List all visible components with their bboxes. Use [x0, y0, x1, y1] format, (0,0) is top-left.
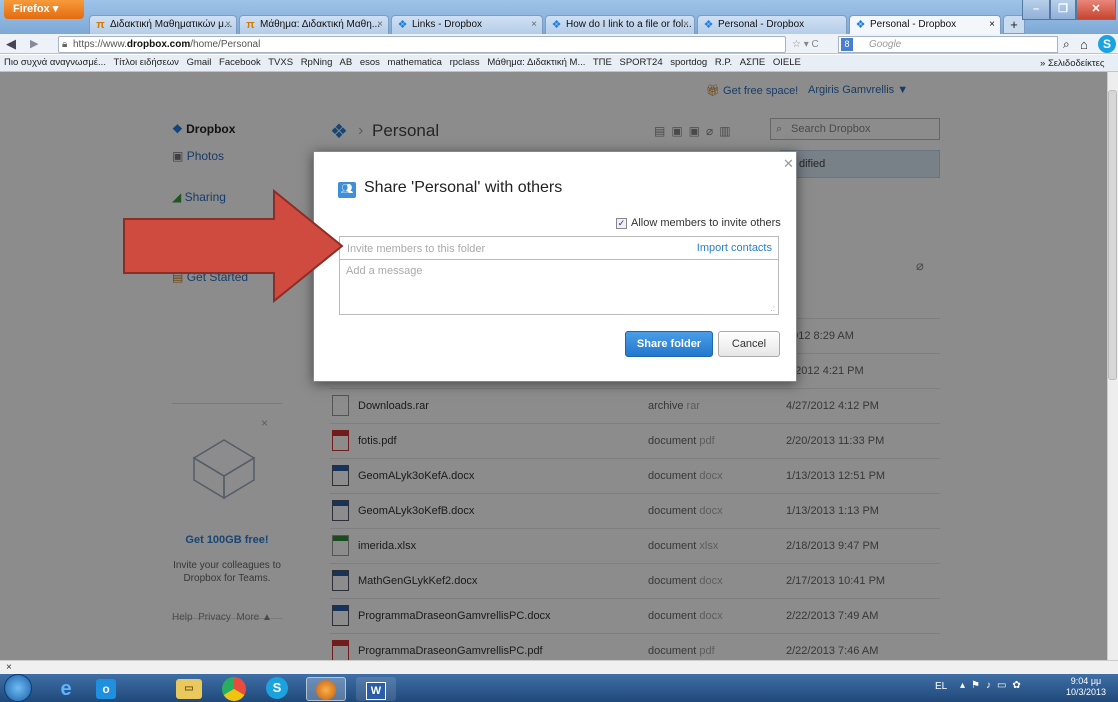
system-clock[interactable]: 9:04 μμ 10/3/2013: [1058, 676, 1114, 698]
bookmark-item[interactable]: esos: [360, 57, 380, 68]
url-domain: dropbox.com: [126, 39, 191, 50]
moodle-icon: π: [96, 19, 105, 31]
bookmarks-bar: Πιο συχνά αναγνωσμέ... Τίτλοι ειδήσεων G…: [0, 55, 1118, 72]
url-path: /home/Personal: [190, 39, 261, 50]
bookmark-item[interactable]: TVXS: [268, 57, 293, 68]
browser-search-input[interactable]: 8 Google: [838, 36, 1058, 53]
tab-label: Μάθημα: Διδακτική Μαθη...: [260, 19, 381, 30]
bookmark-item[interactable]: mathematica: [388, 57, 442, 68]
bookmarks-menu[interactable]: » Σελιδοδείκτες: [1036, 56, 1118, 71]
bookmark-item[interactable]: sportdog: [670, 57, 707, 68]
skype-icon[interactable]: S: [1098, 35, 1116, 53]
bookmarks-menu-label: Σελιδοδείκτες: [1047, 58, 1105, 69]
language-indicator[interactable]: EL: [935, 681, 947, 692]
allow-invite-label: Allow members to invite others: [631, 217, 781, 229]
search-magnifier-icon[interactable]: ⌕: [1063, 36, 1077, 53]
tray-icons[interactable]: ▴⚑♪▭✿: [960, 680, 1027, 691]
allow-invite-option[interactable]: ✓ Allow members to invite others: [616, 217, 781, 229]
close-window-button[interactable]: ✕: [1076, 0, 1116, 20]
url-bar[interactable]: 🔒︎ https://www.dropbox.com/home/Personal: [58, 36, 786, 53]
tab-6-active[interactable]: ❖ Personal - Dropbox ×: [849, 15, 1001, 34]
word-taskbar-button[interactable]: W: [356, 677, 396, 701]
tab-close-icon[interactable]: ×: [377, 16, 383, 34]
bookmark-item[interactable]: ΑΣΠΕ: [740, 57, 765, 68]
message-textarea[interactable]: Add a message .:: [339, 260, 779, 315]
tab-label: Personal - Dropbox: [718, 19, 805, 30]
tab-label: Personal - Dropbox: [870, 19, 957, 30]
tab-close-icon[interactable]: ×: [225, 16, 231, 34]
import-contacts-link[interactable]: Import contacts: [697, 242, 772, 254]
word-icon: W: [366, 682, 386, 700]
tab-label: Links - Dropbox: [412, 19, 483, 30]
firefox-menu-label: Firefox: [13, 3, 50, 15]
bookmark-item[interactable]: ΤΠΕ: [593, 57, 612, 68]
red-annotation-arrow: [123, 189, 344, 303]
resize-handle-icon[interactable]: .:: [771, 304, 775, 313]
bookmark-item[interactable]: Facebook: [219, 57, 261, 68]
internet-explorer-icon[interactable]: e: [46, 677, 86, 701]
firefox-menu-button[interactable]: Firefox ▾: [4, 0, 84, 19]
bookmark-item[interactable]: R.P.: [715, 57, 732, 68]
tab-5[interactable]: ❖ Personal - Dropbox: [697, 15, 847, 34]
bookmark-star-icon[interactable]: ☆ ▾ C: [792, 36, 832, 53]
tab-label: Διδακτική Μαθηματικών μ...: [110, 19, 233, 30]
bookmark-item[interactable]: Μάθημα: Διδακτική Μ...: [487, 57, 585, 68]
dialog-title: Share 'Personal' with others: [364, 179, 563, 196]
firefox-icon: [316, 680, 336, 700]
share-folder-dialog: ✕ 👥︎ Share 'Personal' with others ✓ Allow…: [313, 151, 797, 382]
browser-status-bar: ×: [0, 660, 1118, 674]
dropbox-icon: ❖: [397, 19, 408, 31]
clock-date: 10/3/2013: [1065, 687, 1107, 697]
tab-close-icon[interactable]: ×: [531, 16, 537, 34]
search-placeholder: Google: [869, 39, 902, 50]
cancel-button[interactable]: Cancel: [718, 331, 780, 357]
home-icon[interactable]: ⌂: [1080, 36, 1094, 53]
tab-3[interactable]: ❖ Links - Dropbox ×: [391, 15, 543, 34]
chrome-icon[interactable]: [222, 677, 246, 701]
share-folder-button[interactable]: Share folder: [625, 331, 713, 357]
outlook-icon[interactable]: o: [96, 679, 116, 699]
tab-2[interactable]: π Μάθημα: Διδακτική Μαθη... ×: [239, 15, 389, 34]
moodle-icon: π: [246, 19, 255, 31]
bookmark-item[interactable]: Gmail: [187, 57, 212, 68]
forward-arrow-icon[interactable]: ▶: [30, 36, 44, 52]
firefox-taskbar-button[interactable]: [306, 677, 346, 701]
minimize-button[interactable]: –: [1022, 0, 1050, 20]
bookmark-item[interactable]: AB: [340, 57, 353, 68]
back-arrow-icon[interactable]: ◀: [6, 36, 22, 52]
tab-close-icon[interactable]: ×: [989, 16, 995, 34]
skype-taskbar-icon[interactable]: S: [266, 677, 288, 699]
clock-time: 9:04 μμ: [1070, 676, 1102, 686]
tab-label: How do I link to a file or fol...: [566, 19, 692, 30]
bookmark-item[interactable]: OIELE: [773, 57, 801, 68]
bookmark-item[interactable]: rpclass: [450, 57, 480, 68]
tab-4[interactable]: ❖ How do I link to a file or fol... ×: [545, 15, 695, 34]
dialog-close-icon[interactable]: ✕: [783, 156, 794, 172]
tab-1[interactable]: π Διδακτική Μαθηματικών μ... ×: [89, 15, 237, 34]
allow-invite-checkbox[interactable]: ✓: [616, 218, 627, 229]
invite-members-input[interactable]: Invite members to this folder Import con…: [339, 236, 779, 260]
tab-close-icon[interactable]: ×: [683, 16, 689, 34]
lock-icon: 🔒︎: [62, 39, 68, 50]
bookmark-item[interactable]: Πιο συχνά αναγνωσμέ...: [4, 57, 106, 68]
dropbox-icon: ❖: [855, 19, 866, 31]
url-prefix: https://www.: [73, 39, 127, 50]
start-button[interactable]: [4, 674, 32, 702]
file-explorer-icon[interactable]: ▭: [176, 679, 202, 699]
google-icon: 8: [841, 38, 853, 51]
message-placeholder: Add a message: [346, 265, 423, 277]
bookmark-item[interactable]: SPORT24: [619, 57, 662, 68]
page-scrollbar-thumb[interactable]: [1108, 90, 1117, 380]
windows-taskbar: [0, 674, 1118, 702]
status-bar-close-icon[interactable]: ×: [6, 661, 12, 674]
dropbox-icon: ❖: [551, 19, 562, 31]
bookmark-item[interactable]: RpNing: [301, 57, 333, 68]
dropbox-icon: ❖: [703, 19, 714, 31]
bookmark-item[interactable]: Τίτλοι ειδήσεων: [113, 57, 179, 68]
maximize-button[interactable]: ❐: [1050, 0, 1076, 20]
invite-placeholder: Invite members to this folder: [347, 243, 486, 255]
